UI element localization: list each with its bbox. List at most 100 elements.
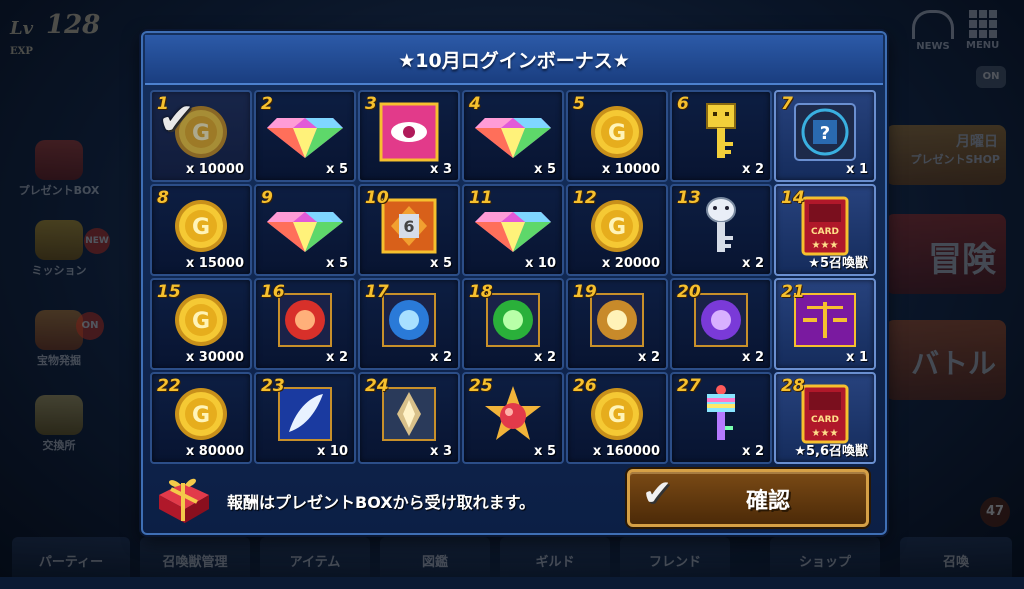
orb-light-icon	[589, 292, 645, 352]
reward-cell-day-18: 18 x 2	[462, 278, 564, 370]
orb-wind-icon	[485, 292, 541, 352]
reward-quantity: x 2	[742, 444, 764, 459]
reward-grid: G 1 ✔ x 10000 2 x 53x 34x 5G5x 10000 6 x 2? 7 x 1…	[150, 90, 884, 466]
reward-day-number: 19	[573, 282, 597, 302]
svg-text:CARD: CARD	[811, 415, 839, 425]
reward-day-number: 23	[261, 376, 285, 396]
reward-day-number: 8	[157, 188, 169, 208]
confirm-button[interactable]: ✔ 確認	[627, 469, 869, 527]
svg-text:?: ?	[820, 123, 830, 144]
reward-quantity: x 2	[326, 350, 348, 365]
reward-cell-day-27: 27 x 2	[670, 372, 772, 464]
reward-quantity: ★5召喚獣	[808, 256, 868, 271]
reward-day-number: 13	[677, 188, 701, 208]
reward-day-number: 4	[469, 94, 481, 114]
reward-day-number: 24	[365, 376, 389, 396]
reward-cell-day-17: 17 x 2	[358, 278, 460, 370]
orb-dark-icon	[693, 292, 749, 352]
reward-day-number: 18	[469, 282, 493, 302]
svg-text:G: G	[192, 215, 210, 240]
reward-cell-day-28: CARD ★★★ 28 ★5,6召喚獣	[774, 372, 876, 464]
reward-cell-day-16: 16 x 2	[254, 278, 356, 370]
reward-day-number: 22	[157, 376, 181, 396]
reward-day-number: 15	[157, 282, 181, 302]
key-gold-icon	[701, 102, 741, 166]
reward-day-number: 17	[365, 282, 389, 302]
svg-text:G: G	[608, 215, 626, 240]
key-rainbow-icon	[701, 384, 741, 448]
reward-quantity: x 5	[326, 162, 348, 177]
reward-day-number: 26	[573, 376, 597, 396]
reward-quantity: ★5,6召喚獣	[794, 444, 868, 459]
reward-quantity: x 5	[534, 444, 556, 459]
reward-cell-day-13: 13 x 2	[670, 184, 772, 276]
reward-day-number: 6	[677, 94, 689, 114]
reward-cell-day-14: CARD ★★★ 14 ★5召喚獣	[774, 184, 876, 276]
svg-text:★★★: ★★★	[812, 240, 839, 251]
gift-box-icon	[159, 478, 209, 523]
reward-day-number: 25	[469, 376, 493, 396]
reward-cell-day-8: G 8 x 15000	[150, 184, 252, 276]
reward-quantity: x 1	[846, 162, 868, 177]
reward-cell-day-26: G 26 x 160000	[566, 372, 668, 464]
reward-quantity: x 2	[742, 162, 764, 177]
reward-day-number: 14	[781, 188, 805, 208]
reward-cell-day-22: G 22 x 80000	[150, 372, 252, 464]
orb-water-icon	[381, 292, 437, 352]
reward-day-number: 9	[261, 188, 273, 208]
reward-cell-day-9: 9 x 5	[254, 184, 356, 276]
reward-cell-day-6: 6 x 2	[670, 90, 772, 182]
orb-fire-icon	[277, 292, 333, 352]
reward-quantity: x 5	[534, 162, 556, 177]
reward-day-number: 10	[365, 188, 389, 208]
coin-icon: G	[173, 386, 229, 446]
dialog-title: ★10月ログインボーナス★	[398, 50, 630, 72]
svg-text:6: 6	[403, 217, 414, 236]
reward-cell-day-2: 2 x 5	[254, 90, 356, 182]
reward-quantity: x 2	[742, 350, 764, 365]
present-box-note: 報酬はプレゼントBOXから受け取れます。	[227, 493, 535, 512]
reward-cell-day-23: 23 x 10	[254, 372, 356, 464]
card-icon: CARD ★★★	[801, 196, 849, 260]
badge6-icon: 6	[381, 198, 437, 258]
reward-day-number: 21	[781, 282, 805, 302]
confirm-button-label: 確認	[745, 489, 790, 514]
reward-day-number: 2	[261, 94, 273, 114]
svg-text:G: G	[608, 121, 626, 146]
reward-day-number: 3	[365, 94, 377, 114]
reward-cell-day-10: 6 10 x 5	[358, 184, 460, 276]
reward-cell-day-19: 19 x 2	[566, 278, 668, 370]
reward-day-number: 20	[677, 282, 701, 302]
coin-icon: G	[589, 386, 645, 446]
eye-icon	[379, 102, 439, 166]
feather-icon	[277, 386, 333, 446]
reward-cell-day-11: 11 x 10	[462, 184, 564, 276]
reward-quantity: x 10000	[185, 162, 244, 177]
reward-cell-day-12: G 12 x 20000	[566, 184, 668, 276]
reward-quantity: x 15000	[185, 256, 244, 271]
reward-day-number: 28	[781, 376, 805, 396]
reward-quantity: x 10	[316, 444, 348, 459]
reward-day-number: 7	[781, 94, 793, 114]
reward-quantity: x 5	[326, 256, 348, 271]
reward-quantity: x 2	[430, 350, 452, 365]
crystal-icon	[381, 386, 437, 446]
login-bonus-dialog: ★10月ログインボーナス★ G 1 ✔ x 10000 2 x 53x 34x 5G5x …	[141, 31, 887, 535]
reward-cell-day-15: G 15 x 30000	[150, 278, 252, 370]
mystery-icon: ?	[793, 102, 857, 166]
gem-icon	[265, 104, 345, 164]
key-silver-icon	[701, 196, 741, 260]
reward-quantity: x 2	[638, 350, 660, 365]
gem-icon	[265, 198, 345, 258]
reward-quantity: x 10	[524, 256, 556, 271]
reward-cell-day-20: 20 x 2	[670, 278, 772, 370]
reward-quantity: x 20000	[601, 256, 660, 271]
reward-day-number: 11	[469, 188, 493, 208]
reward-quantity: x 10000	[601, 162, 660, 177]
reward-quantity: x 5	[430, 256, 452, 271]
reward-cell-day-24: 24 x 3	[358, 372, 460, 464]
reward-quantity: x 3	[430, 444, 452, 459]
reward-quantity: x 2	[534, 350, 556, 365]
reward-day-number: 12	[573, 188, 597, 208]
reward-day-number: 16	[261, 282, 285, 302]
